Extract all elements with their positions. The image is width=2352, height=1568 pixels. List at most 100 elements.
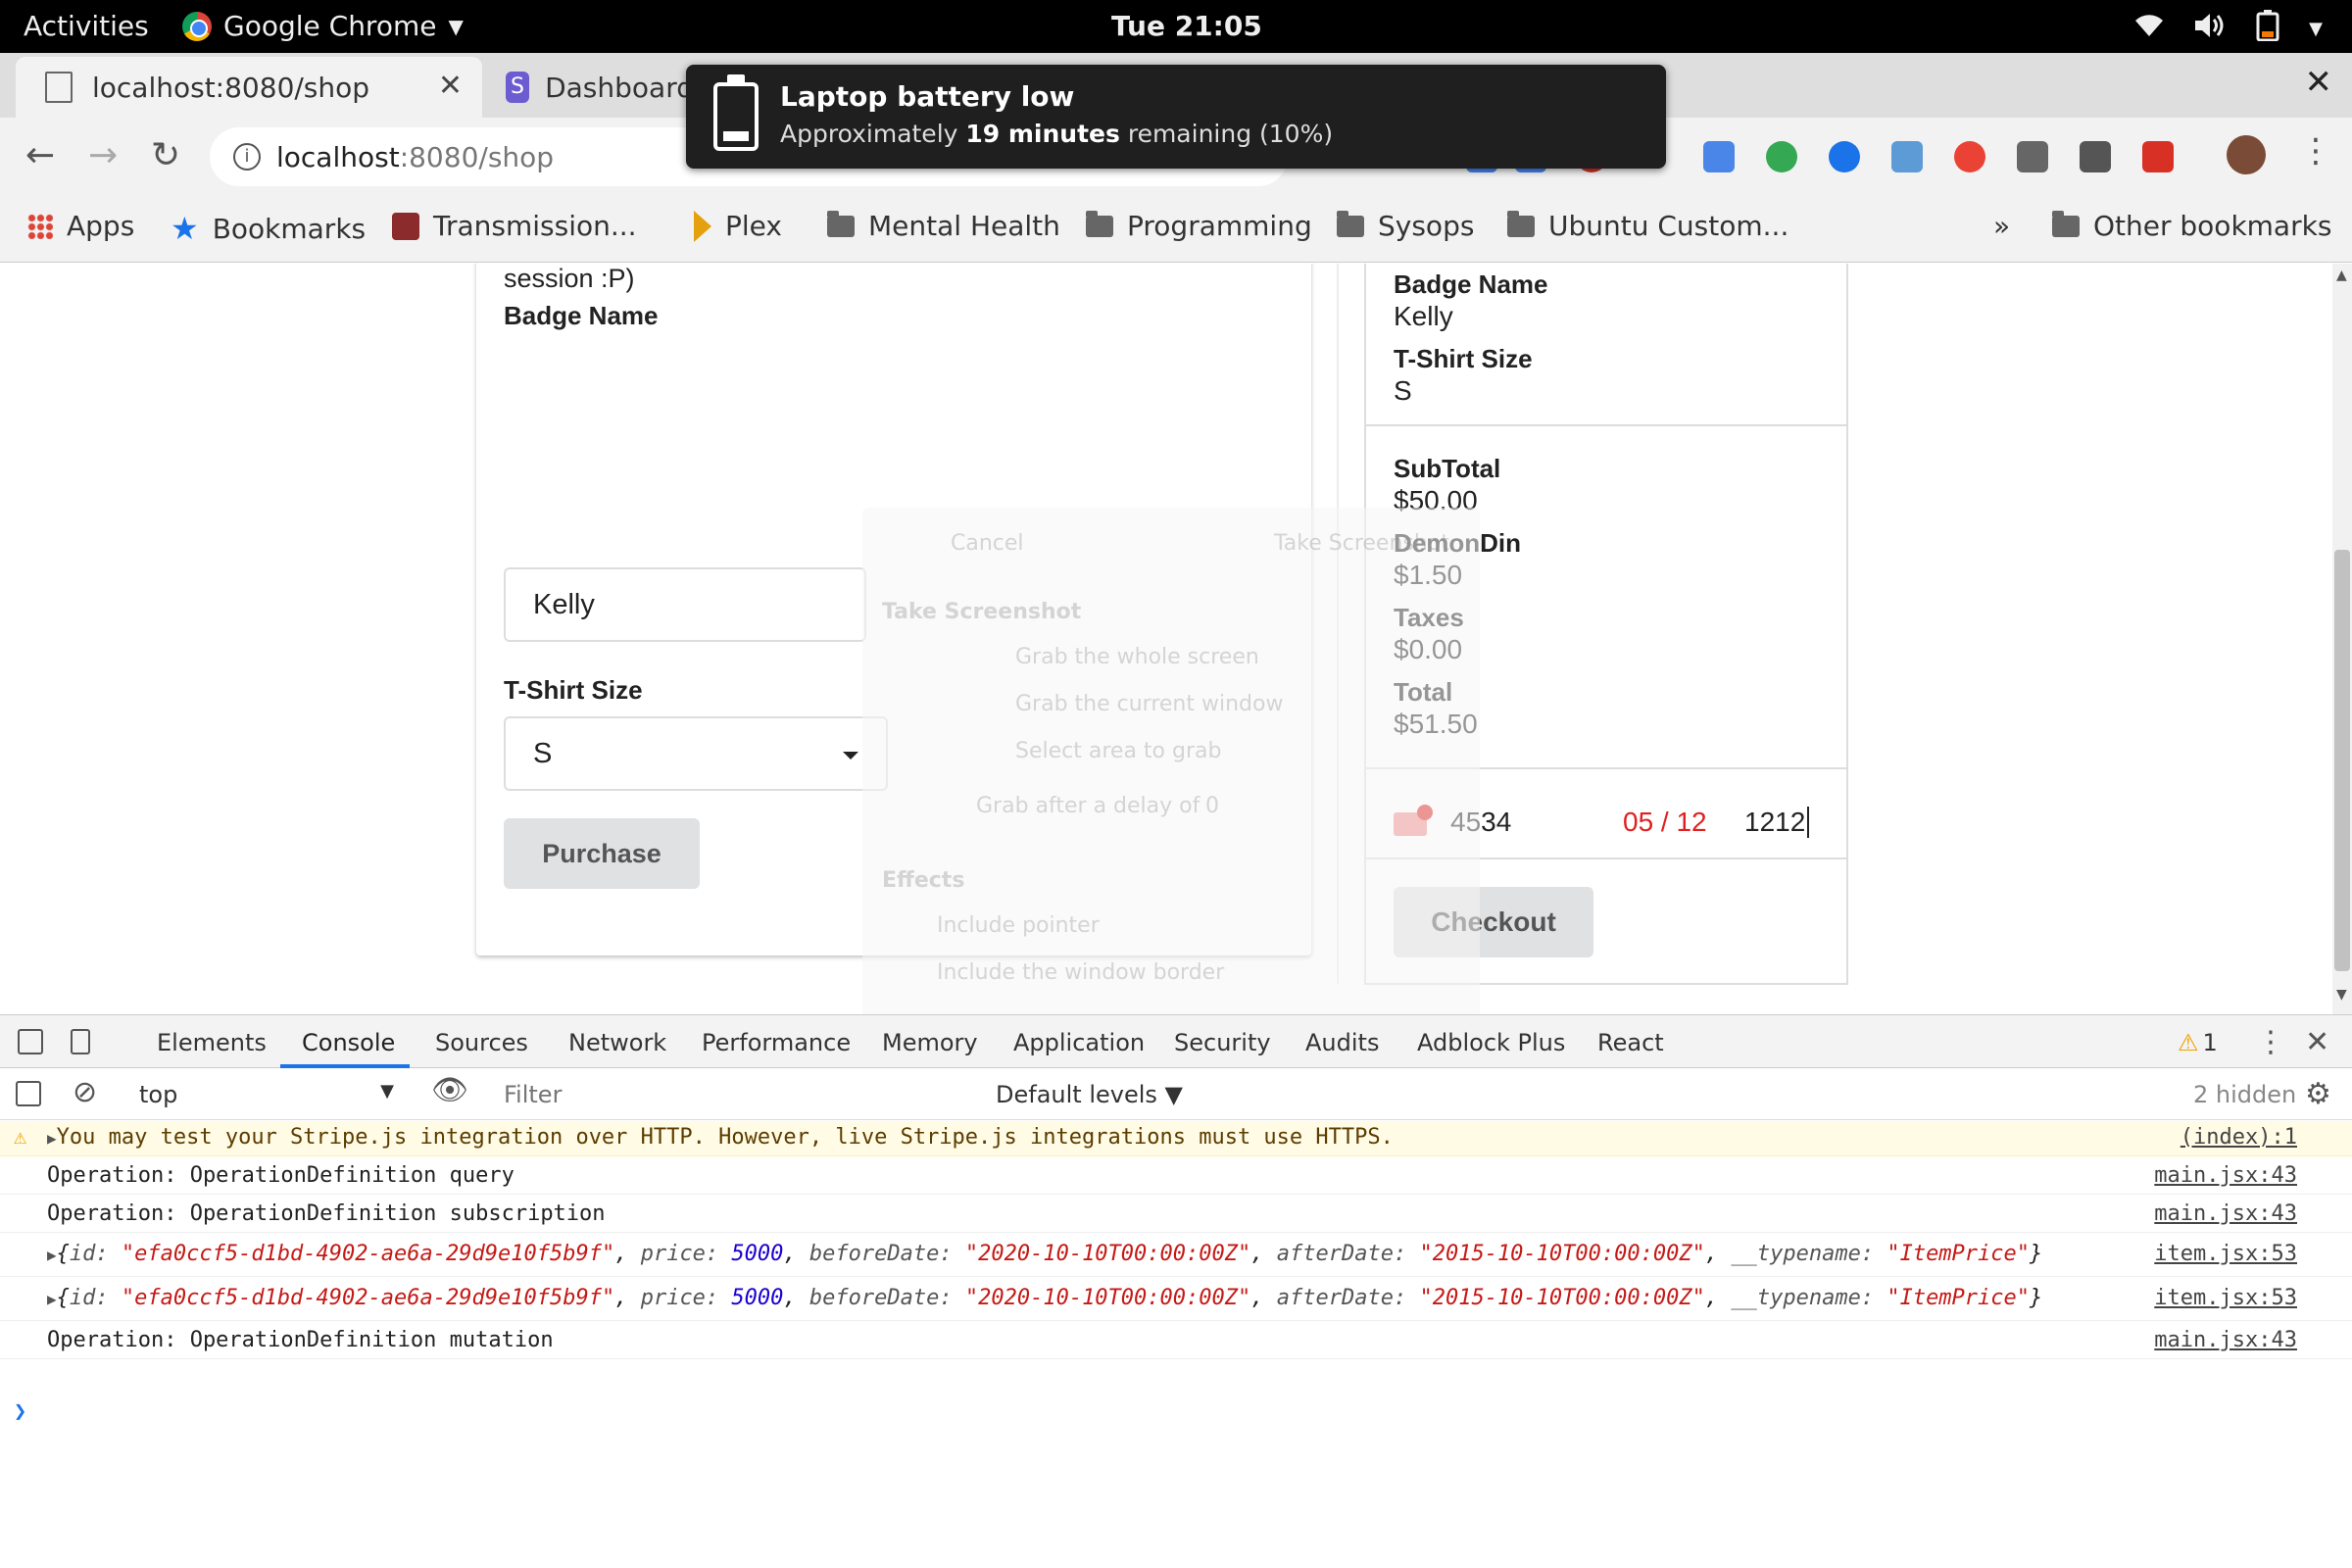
chrome-icon: [182, 11, 212, 41]
bookmarks-overflow-button[interactable]: »: [1993, 210, 2010, 242]
tab-console[interactable]: Console: [302, 1029, 395, 1056]
tab-performance[interactable]: Performance: [702, 1029, 851, 1056]
card-number-field[interactable]: 4534: [1450, 807, 1511, 838]
chevron-down-icon: ▼: [448, 14, 464, 38]
clock[interactable]: Tue 21:05: [1111, 10, 1262, 42]
source-link[interactable]: item.jsx:53: [2154, 1286, 2297, 1310]
clear-console-icon[interactable]: ⊘: [73, 1075, 97, 1109]
source-link[interactable]: main.jsx:43: [2154, 1163, 2297, 1188]
extension-icon[interactable]: [1954, 141, 1985, 172]
crosshair-icon[interactable]: [2080, 141, 2111, 172]
battery-low-icon: [713, 74, 759, 151]
volume-icon: [2193, 12, 2227, 46]
card-input-row[interactable]: 4534 05 / 12 1212: [1366, 769, 1846, 859]
system-tray[interactable]: ▼: [2134, 10, 2323, 48]
obj-id: "efa0ccf5-d1bd-4902-ae6a-29d9e10f5b9f": [121, 1286, 615, 1310]
scroll-up-arrow-icon[interactable]: ▲: [2336, 268, 2347, 283]
gear-icon[interactable]: ⚙: [2305, 1077, 2331, 1111]
card-cvc-field[interactable]: 1212: [1744, 807, 1810, 838]
warning-icon: ⚠: [14, 1125, 27, 1150]
console-object-row[interactable]: ▶{id: "efa0ccf5-d1bd-4902-ae6a-29d9e10f5…: [0, 1278, 2352, 1321]
tab-react[interactable]: React: [1597, 1029, 1664, 1056]
expand-arrow-icon: ▶: [47, 1129, 57, 1148]
reload-icon[interactable]: ↻: [151, 135, 180, 175]
bookmark-programming[interactable]: Programming: [1086, 210, 1312, 242]
page-viewport: session :P) Badge Name Kelly T-Shirt Siz…: [0, 264, 2332, 1014]
expand-arrow-icon: ▶: [47, 1246, 57, 1264]
source-link[interactable]: main.jsx:43: [2154, 1328, 2297, 1352]
bookmark-plex[interactable]: Plex: [694, 210, 782, 242]
lightbulb-icon[interactable]: [2017, 141, 2048, 172]
console-warning-row[interactable]: ⚠ ▶You may test your Stripe.js integrati…: [0, 1121, 2352, 1156]
devtools-tab-bar: Elements Console Sources Network Perform…: [0, 1015, 2352, 1068]
console-output: ⚠ ▶You may test your Stripe.js integrati…: [0, 1121, 2352, 1568]
tab-application[interactable]: Application: [1013, 1029, 1145, 1056]
console-object-row[interactable]: ▶{id: "efa0ccf5-d1bd-4902-ae6a-29d9e10f5…: [0, 1234, 2352, 1277]
bookmark-sysops[interactable]: Sysops: [1337, 210, 1474, 242]
device-toolbar-icon[interactable]: [71, 1029, 90, 1054]
obj-price: 5000: [731, 1242, 784, 1266]
back-arrow-icon[interactable]: ←: [25, 135, 55, 175]
scroll-down-arrow-icon[interactable]: ▼: [2336, 987, 2347, 1003]
log-levels-select[interactable]: Default levels ▼: [996, 1081, 1183, 1108]
source-link[interactable]: (index):1: [2180, 1125, 2297, 1150]
close-icon[interactable]: ✕: [2305, 1025, 2329, 1059]
tab-adblock-plus[interactable]: Adblock Plus: [1417, 1029, 1565, 1056]
inspect-element-icon[interactable]: [18, 1029, 43, 1054]
bookmark-transmission[interactable]: Transmission...: [392, 210, 637, 242]
extension-icon[interactable]: [1766, 141, 1797, 172]
translate-icon[interactable]: [1703, 141, 1735, 172]
tab-memory[interactable]: Memory: [882, 1029, 978, 1056]
summary-totals: SubTotal $50.00 DemonDin $1.50 Taxes $0.…: [1366, 426, 1846, 769]
avatar[interactable]: [2227, 135, 2266, 174]
extension-icon[interactable]: [2142, 141, 2174, 172]
app-menu[interactable]: Google Chrome ▼: [182, 10, 464, 42]
console-prompt-icon[interactable]: ❯: [14, 1399, 26, 1424]
tab-network[interactable]: Network: [568, 1029, 666, 1056]
tab-shop[interactable]: localhost:8080/shop ✕: [16, 57, 482, 118]
checkout-button[interactable]: Checkout: [1394, 887, 1593, 957]
badge-name-input[interactable]: Kelly: [504, 567, 866, 642]
taxes-label: Taxes: [1394, 603, 1464, 632]
tshirt-size-select[interactable]: S: [504, 716, 888, 791]
source-link[interactable]: main.jsx:43: [2154, 1201, 2297, 1226]
close-icon[interactable]: ✕: [438, 69, 463, 103]
tab-dashboard[interactable]: S Dashboard: [488, 57, 694, 118]
folder-icon: [1507, 210, 1535, 237]
tab-elements[interactable]: Elements: [157, 1029, 267, 1056]
extension-icon[interactable]: [1891, 141, 1923, 172]
battery-notification[interactable]: Laptop battery low Approximately 19 minu…: [686, 65, 1666, 169]
bookmark-bookmarks[interactable]: ★ Bookmarks: [171, 210, 366, 247]
sidebar-toggle-icon[interactable]: [16, 1081, 41, 1106]
context-select[interactable]: top ▼: [139, 1081, 394, 1108]
console-filter-input[interactable]: [498, 1077, 978, 1112]
bookmark-ubuntu[interactable]: Ubuntu Custom...: [1507, 210, 1788, 242]
folder-icon: [827, 210, 855, 237]
bookmark-label: Programming: [1127, 210, 1312, 242]
card-expiry-field[interactable]: 05 / 12: [1623, 807, 1707, 838]
source-link[interactable]: item.jsx:53: [2154, 1242, 2297, 1266]
forward-arrow-icon[interactable]: →: [88, 135, 118, 175]
bookmark-mental-health[interactable]: Mental Health: [827, 210, 1060, 242]
purchase-button[interactable]: Purchase: [504, 818, 700, 889]
bookmark-label: Plex: [725, 210, 782, 242]
extension-icon[interactable]: [1829, 141, 1860, 172]
activities-button[interactable]: Activities: [24, 10, 149, 42]
scrollbar-thumb[interactable]: [2334, 550, 2350, 971]
menu-icon[interactable]: ⋮: [2299, 131, 2332, 171]
window-close-icon[interactable]: ✕: [2305, 63, 2333, 102]
bookmark-apps[interactable]: Apps: [27, 210, 134, 242]
page-scrollbar[interactable]: ▲ ▼: [2332, 264, 2352, 1014]
log-text: Operation: OperationDefinition subscript…: [47, 1201, 606, 1226]
warning-counter[interactable]: ⚠ 1: [2178, 1029, 2218, 1056]
badge-name-label: Badge Name: [504, 301, 659, 330]
tab-security[interactable]: Security: [1174, 1029, 1271, 1056]
notification-body: Approximately 19 minutes remaining (10%): [780, 120, 1334, 148]
more-options-icon[interactable]: ⋮: [2256, 1025, 2285, 1059]
bookmark-other[interactable]: Other bookmarks: [2052, 210, 2331, 242]
active-tab-indicator: [280, 1064, 410, 1068]
tab-sources[interactable]: Sources: [435, 1029, 528, 1056]
tab-audits[interactable]: Audits: [1305, 1029, 1379, 1056]
eye-icon[interactable]: 👁: [431, 1073, 468, 1107]
info-icon[interactable]: i: [233, 143, 261, 171]
